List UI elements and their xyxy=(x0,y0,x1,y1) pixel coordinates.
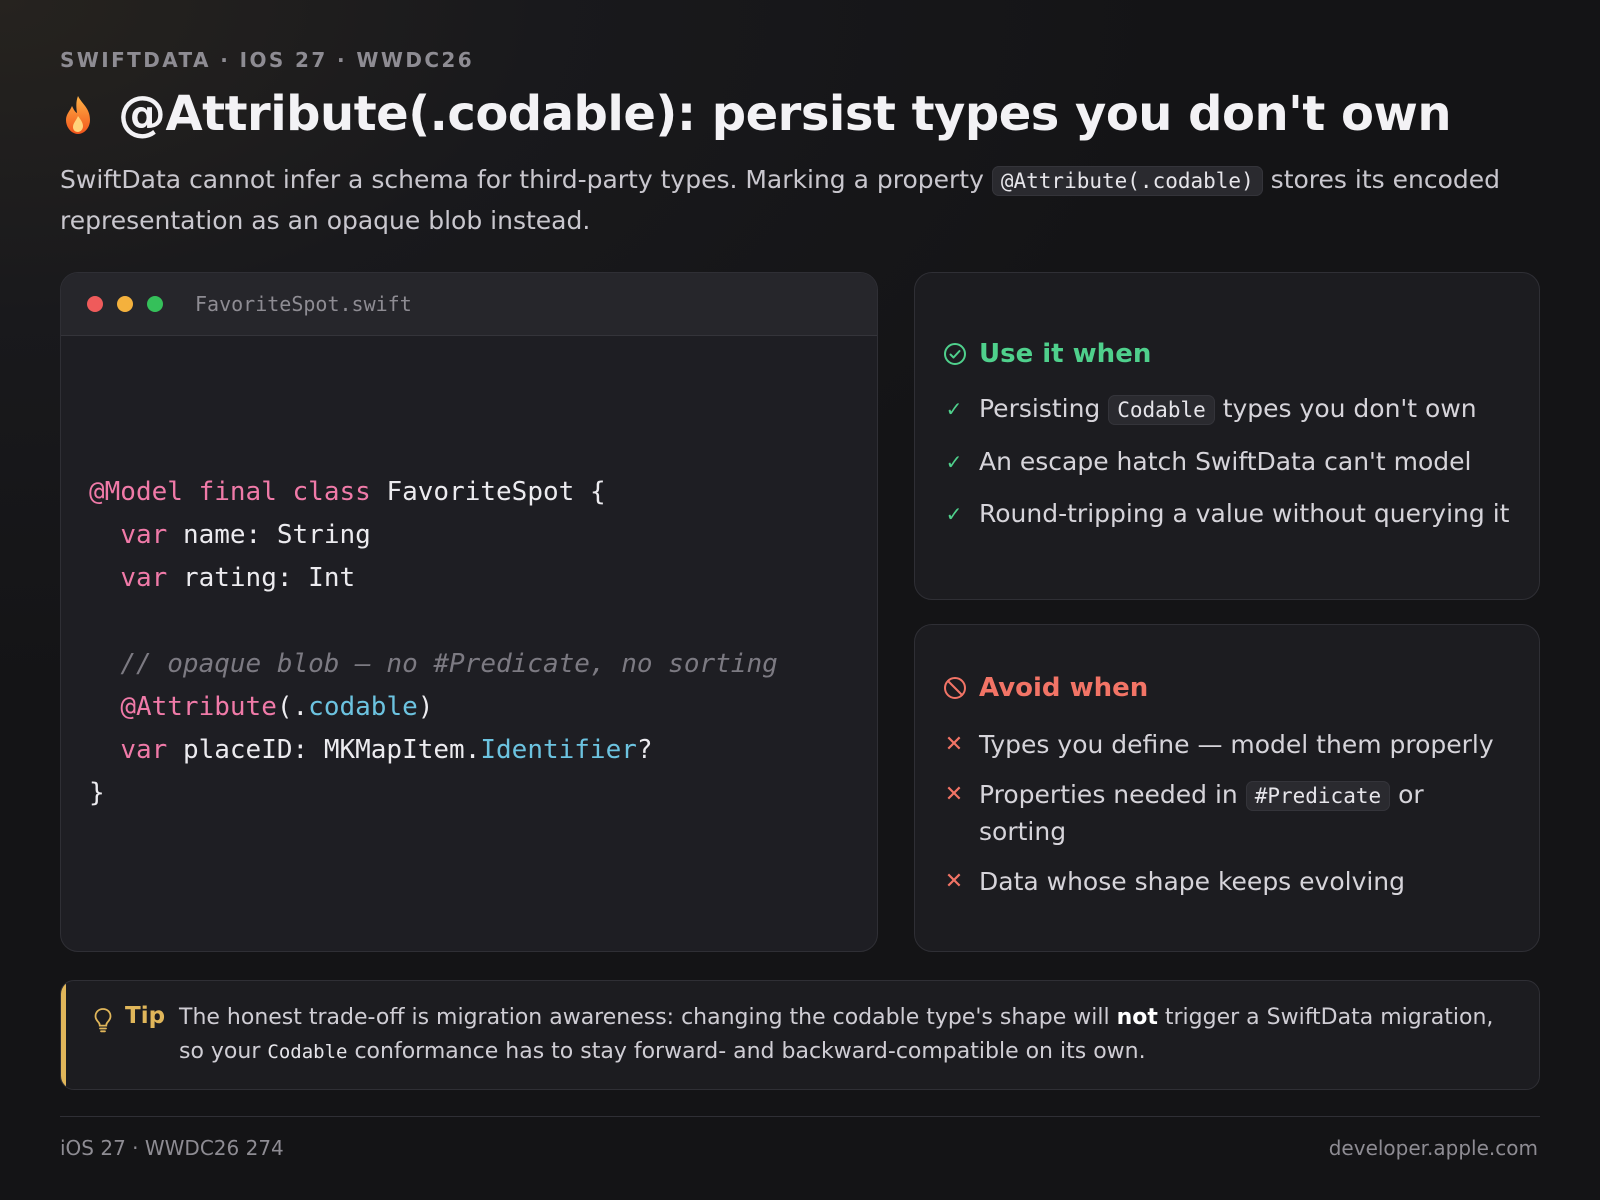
x-mark-icon: ✕ xyxy=(944,732,964,757)
list-item-text: Round-tripping a value without querying … xyxy=(979,499,1510,528)
inline-code: Codable xyxy=(1108,395,1215,425)
eyebrow: SWIFTDATA · IOS 27 · WWDC26 xyxy=(60,48,475,72)
window-titlebar: FavoriteSpot.swift xyxy=(61,273,877,336)
text: Persisting xyxy=(979,394,1109,423)
code-token: placeID: MKMapItem. xyxy=(182,735,481,765)
inline-code: #Predicate xyxy=(1245,781,1391,811)
list-item-text: Properties needed in #Predicate or sorti… xyxy=(979,777,1513,850)
code-token: @Model xyxy=(89,477,183,507)
code-token: var xyxy=(120,563,168,593)
avoid-heading-label: Avoid when xyxy=(979,673,1149,703)
title-row: @Attribute(.codable): persist types you … xyxy=(60,86,1452,142)
avoid-list: ✕ Types you define — model them properly … xyxy=(943,727,1513,914)
checkmark-icon: ✓ xyxy=(945,502,963,526)
prohibited-icon xyxy=(944,677,966,699)
text: conformance has to stay forward- and bac… xyxy=(347,1039,1146,1064)
list-item: ✕ Data whose shape keeps evolving xyxy=(943,864,1513,900)
footer-divider xyxy=(60,1116,1540,1117)
zoom-dot-icon xyxy=(147,296,163,312)
code-token: name: String xyxy=(182,520,371,550)
checkmark-icon: ✓ xyxy=(945,450,963,474)
avoid-when-card: Avoid when ✕ Types you define — model the… xyxy=(914,624,1540,952)
lede-text: SwiftData cannot infer a schema for thir… xyxy=(60,165,992,194)
page-title: @Attribute(.codable): persist types you … xyxy=(118,86,1452,142)
text: The honest trade-off is migration awaren… xyxy=(179,1005,1117,1030)
code-token: } xyxy=(89,778,105,808)
minimize-dot-icon xyxy=(117,296,133,312)
slide: SWIFTDATA · IOS 27 · WWDC26 @Attribute(.… xyxy=(60,0,1540,1200)
list-item-text: Persisting Codable types you don't own xyxy=(979,391,1477,428)
code-token: final xyxy=(198,477,277,507)
tip-label: Tip xyxy=(125,1003,166,1029)
use-it-when-heading: Use it when xyxy=(943,339,1151,369)
text: types you don't own xyxy=(1214,394,1477,423)
lede: SwiftData cannot infer a schema for thir… xyxy=(60,160,1540,241)
footer-link[interactable]: developer.apple.com xyxy=(1329,1136,1538,1160)
flame-icon xyxy=(66,96,90,134)
code-token: var xyxy=(120,520,168,550)
code-token: class xyxy=(292,477,371,507)
tip-text: The honest trade-off is migration awaren… xyxy=(179,1001,1499,1069)
close-dot-icon xyxy=(87,296,103,312)
list-item: ✓ Persisting Codable types you don't own xyxy=(943,391,1513,428)
x-mark-icon: ✕ xyxy=(944,869,964,894)
list-item: ✕ Properties needed in #Predicate or sort… xyxy=(943,777,1513,850)
use-it-when-card: Use it when ✓ Persisting Codable types yo… xyxy=(914,272,1540,600)
x-mark-icon: ✕ xyxy=(944,782,964,807)
checkmark-icon: ✓ xyxy=(945,397,963,421)
code-token: (. xyxy=(276,692,309,722)
list-item-text: An escape hatch SwiftData can't model xyxy=(979,447,1472,476)
code-token: var xyxy=(120,735,168,765)
tip-accent-bar xyxy=(61,981,66,1089)
list-item-text: Types you define — model them properly xyxy=(979,730,1494,759)
code-token: codable xyxy=(308,692,418,722)
text: Properties needed in xyxy=(979,780,1246,809)
lede-code: @Attribute(.codable) xyxy=(991,166,1263,196)
code-token: FavoriteSpot { xyxy=(386,477,606,507)
use-heading-label: Use it when xyxy=(979,339,1152,369)
code-token: Identifier xyxy=(480,735,637,765)
list-item: ✓ An escape hatch SwiftData can't model xyxy=(943,444,1513,480)
list-item: ✓ Round-tripping a value without querying… xyxy=(943,496,1513,532)
lightbulb-icon xyxy=(94,1008,112,1033)
filename: FavoriteSpot.swift xyxy=(195,292,412,316)
code-token: ? xyxy=(636,735,653,765)
list-item: ✕ Types you define — model them properly xyxy=(943,727,1513,763)
code-comment: // opaque blob — no #Predicate, no sorti… xyxy=(120,649,778,679)
footer-session: iOS 27 · WWDC26 274 xyxy=(60,1136,284,1160)
code-token: ) xyxy=(417,692,434,722)
inline-code: Codable xyxy=(267,1041,348,1063)
check-circle-icon xyxy=(944,343,966,365)
list-item-text: Data whose shape keeps evolving xyxy=(979,867,1406,896)
tip-callout: Tip The honest trade-off is migration aw… xyxy=(60,980,1540,1090)
bold-text: not xyxy=(1116,1005,1158,1030)
use-list: ✓ Persisting Codable types you don't own … xyxy=(943,391,1513,548)
code-token: @Attribute xyxy=(120,692,277,722)
code-block: @Model final class FavoriteSpot { var na… xyxy=(89,471,778,815)
avoid-when-heading: Avoid when xyxy=(943,673,1148,703)
code-window: FavoriteSpot.swift @Model final class Fa… xyxy=(60,272,878,952)
code-token: rating: Int xyxy=(182,563,356,593)
